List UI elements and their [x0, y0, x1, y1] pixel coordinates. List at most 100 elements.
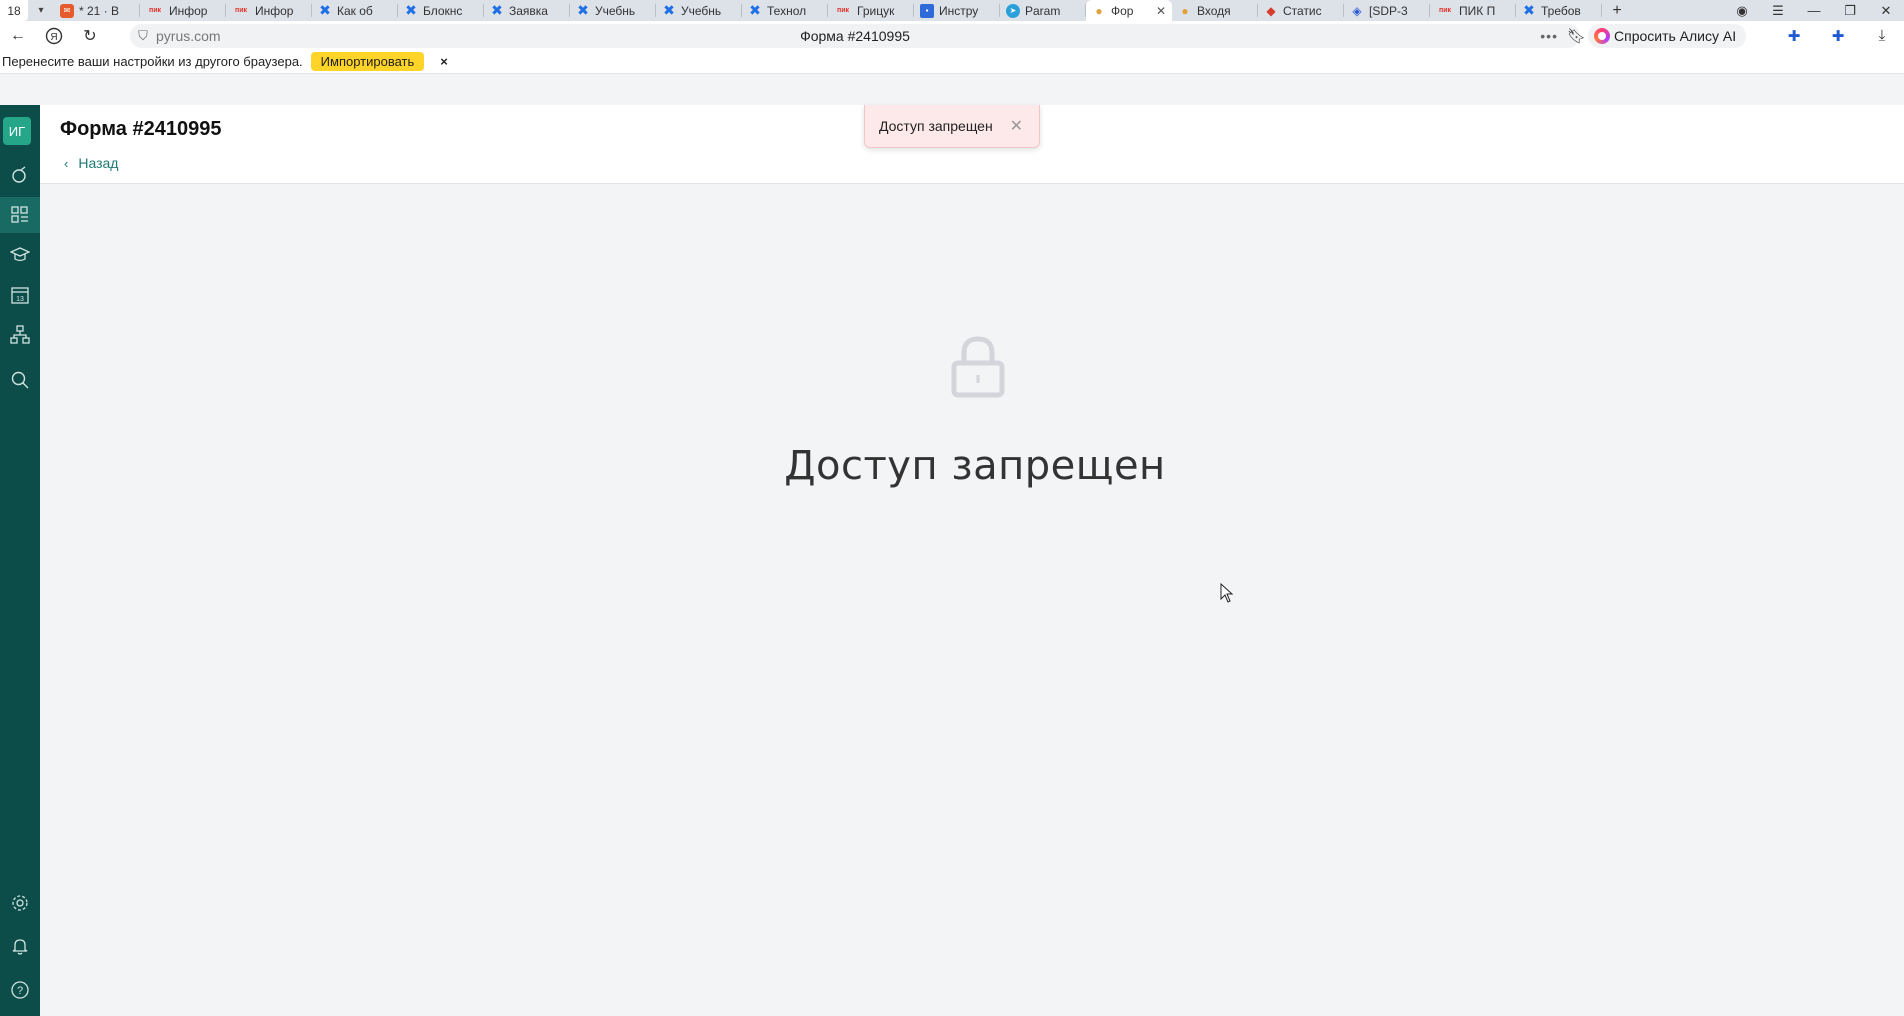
tab[interactable]: ✖ Как об: [312, 0, 398, 21]
back-link-label: Назад: [78, 155, 119, 171]
tab-strip: 18 ▾ ✉ * 21 · В пик Инфор пик Инфор ✖ Как об ✖ Бл…: [0, 0, 1904, 21]
chevron-down-icon: ▾: [38, 5, 44, 16]
tab-list-dropdown-button[interactable]: ▾: [28, 0, 54, 21]
confluence-icon: ✖: [663, 2, 675, 18]
restore-button[interactable]: ❐: [1832, 0, 1868, 21]
tab[interactable]: ● Входя: [1172, 0, 1258, 21]
ask-alice-button[interactable]: Спросить Алису AI: [1588, 24, 1747, 48]
tab[interactable]: пик Инфор: [140, 0, 226, 21]
tabs: ✉ * 21 · Впик Инфор пик Инфор ✖ Как об ✖ Блокнс ✖…: [54, 0, 1602, 21]
stack-icon: ◆: [1266, 3, 1276, 18]
extension-button[interactable]: ✚: [1772, 21, 1816, 50]
shield-icon: ⛉: [138, 28, 148, 43]
puzzle-icon: ✚: [1787, 27, 1801, 45]
import-button[interactable]: Импортировать: [310, 52, 425, 71]
mouse-cursor-icon: [1220, 583, 1234, 603]
tab[interactable]: ◆ Статис: [1258, 0, 1344, 21]
arrow-left-icon: ←: [10, 26, 26, 44]
gear-icon: [12, 895, 28, 911]
extensions-menu-button[interactable]: ✚: [1816, 21, 1860, 50]
avatar[interactable]: ИГ: [3, 117, 31, 145]
browser-menu-button[interactable]: ☰: [1760, 0, 1796, 21]
tab[interactable]: ✖ Блокнс: [398, 0, 484, 21]
tab-label: Заявка: [509, 3, 548, 18]
toast-message: Доступ запрещен: [879, 118, 993, 134]
tab-label: Инфор: [169, 3, 208, 18]
new-tab-button[interactable]: +: [1602, 0, 1632, 21]
sidebar-item-calendar[interactable]: 13: [0, 277, 40, 313]
confluence-icon: ✖: [749, 2, 761, 18]
pik-icon: пик: [234, 7, 248, 14]
sidebar-item-tasks[interactable]: [0, 157, 40, 193]
tab-label: Инстру: [939, 3, 979, 18]
tab[interactable]: ✖ Требов: [1516, 0, 1602, 21]
tab[interactable]: ✖ Технол: [742, 0, 828, 21]
tab[interactable]: ➤ Param: [1000, 0, 1086, 21]
mail-icon: ✉: [60, 3, 74, 18]
calendar-icon: 13: [11, 287, 29, 304]
confluence-icon: ✖: [577, 2, 589, 18]
tab[interactable]: пик Инфор: [226, 0, 312, 21]
tab-label: Требов: [1541, 3, 1581, 18]
tab-label: ПИК П: [1459, 3, 1496, 18]
extension-button[interactable]: ◉: [1724, 0, 1760, 21]
minimize-icon: —: [1807, 3, 1821, 18]
sidebar-item-settings[interactable]: [0, 885, 40, 921]
tab-label: Технол: [767, 3, 807, 18]
downloads-button[interactable]: ⤓: [1860, 21, 1904, 50]
sidebar-item-forms[interactable]: [0, 197, 40, 233]
more-icon[interactable]: •••: [1540, 28, 1558, 44]
sidebar-item-learning[interactable]: [0, 237, 40, 273]
tab[interactable]: пик Грицук: [828, 0, 914, 21]
pyrus-icon: ●: [1095, 3, 1103, 18]
pik-icon: пик: [148, 7, 162, 14]
fox-icon: ◉: [1736, 2, 1748, 18]
tab-label: Статис: [1283, 3, 1322, 18]
tab[interactable]: пик ПИК П: [1430, 0, 1516, 21]
reload-button[interactable]: ↻: [72, 21, 108, 50]
tab-label: Грицук: [857, 3, 895, 18]
tab[interactable]: ✖ Учебнь: [656, 0, 742, 21]
tab-active[interactable]: ● Фор ✕: [1086, 0, 1172, 21]
tab-count-badge[interactable]: 18: [0, 0, 28, 21]
tab[interactable]: ▪ Инстру: [914, 0, 1000, 21]
chevron-left-icon: ‹: [64, 155, 69, 171]
toast-close-button[interactable]: ✕: [1010, 116, 1023, 136]
ask-alice-label: Спросить Алису AI: [1614, 28, 1737, 44]
back-button[interactable]: ←: [0, 21, 36, 50]
sidebar-item-notifications[interactable]: [0, 928, 40, 964]
confluence-icon: ✖: [319, 2, 331, 18]
infobar-close-button[interactable]: ×: [440, 54, 448, 69]
bookmark-icon[interactable]: 🔖︎: [1567, 27, 1586, 45]
tab-label: Входя: [1197, 3, 1231, 18]
graduation-cap-icon: [10, 247, 30, 262]
toolbar-extensions: ✚ ✚ ⤓: [1772, 21, 1904, 50]
yandex-button[interactable]: Я: [36, 21, 72, 50]
tab-close-icon[interactable]: ✕: [1156, 4, 1166, 18]
sidebar-item-help[interactable]: ?: [0, 972, 40, 1008]
jira-icon: ◈: [1352, 3, 1362, 18]
minimize-button[interactable]: —: [1796, 0, 1832, 21]
pyrus-icon: ●: [1181, 3, 1189, 18]
tab[interactable]: ✖ Учебнь: [570, 0, 656, 21]
org-chart-icon: [10, 325, 30, 344]
yandex-icon: Я: [45, 27, 63, 44]
address-bar[interactable]: ⛉ pyrus.com Форма #2410995 ••• 🔖︎: [130, 24, 1586, 48]
pik-icon: пик: [836, 7, 850, 14]
tab-label: Учебнь: [681, 3, 722, 18]
confluence-icon: ✖: [1523, 2, 1535, 18]
tasks-icon: [12, 166, 26, 183]
tab[interactable]: ◈ [SDP-3: [1344, 0, 1430, 21]
close-window-button[interactable]: ✕: [1868, 0, 1904, 21]
tab-label: * 21 · В: [79, 3, 120, 18]
tab[interactable]: ✉ * 21 · В: [54, 0, 140, 21]
tab-label: Инфор: [255, 3, 294, 18]
search-icon: [11, 371, 29, 389]
app-sidebar: ИГ 13 ?: [0, 105, 40, 1016]
sidebar-item-search[interactable]: [0, 362, 40, 398]
restore-icon: ❐: [1844, 2, 1856, 18]
sidebar-item-org-structure[interactable]: [0, 317, 40, 353]
back-link[interactable]: ‹ Назад: [64, 155, 118, 171]
svg-text:13: 13: [16, 296, 24, 303]
tab[interactable]: ✖ Заявка: [484, 0, 570, 21]
